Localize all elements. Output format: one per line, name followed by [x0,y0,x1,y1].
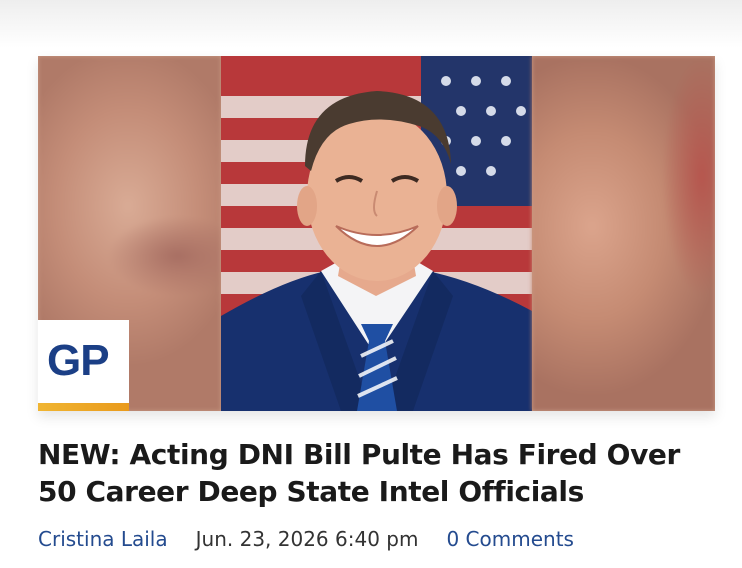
gp-logo-bar [38,403,129,411]
featured-image[interactable]: GP [38,56,715,411]
article-headline[interactable]: NEW: Acting DNI Bill Pulte Has Fired Ove… [38,436,698,510]
gp-logo-text: GP [47,336,110,385]
portrait-photo [221,56,532,411]
author-link[interactable]: Cristina Laila [38,527,168,551]
gp-logo: GP [38,320,129,411]
blurred-background-right [532,56,715,411]
article-card: GP NEW: Acting DNI Bill Pulte Has Fired … [0,0,742,568]
publish-date: Jun. 23, 2026 6:40 pm [195,527,419,551]
comments-link[interactable]: 0 Comments [446,527,574,551]
article-meta: Cristina Laila Jun. 23, 2026 6:40 pm 0 C… [38,526,574,552]
